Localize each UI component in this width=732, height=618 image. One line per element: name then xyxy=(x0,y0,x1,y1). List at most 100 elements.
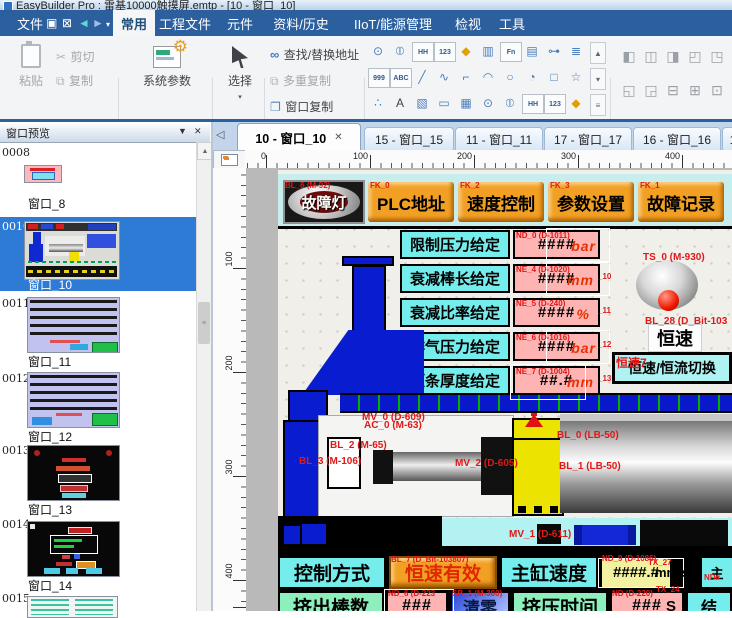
window-label[interactable]: 窗口_12 xyxy=(28,428,72,445)
object-icon-numeric2[interactable]: 123 xyxy=(544,94,566,114)
object-scroll-down-button[interactable]: ▾ xyxy=(590,68,606,90)
right-cut-box-row2[interactable]: 结 xyxy=(686,591,732,611)
tab-window-15[interactable]: 15 - 窗口_15 xyxy=(364,127,454,151)
window-thumbnail-14[interactable] xyxy=(27,521,120,577)
object-icon-picture[interactable]: ▧ xyxy=(412,94,432,112)
object-icon-polyline[interactable]: ⌐ xyxy=(456,68,476,86)
machine-piston-head[interactable] xyxy=(373,450,393,484)
tab-window-17[interactable]: 17 - 窗口_17 xyxy=(544,127,632,151)
export-icon[interactable]: ⊠ xyxy=(62,17,72,29)
menu-tab-project[interactable]: 工程文件 xyxy=(152,10,218,36)
paste-button[interactable]: 粘贴 xyxy=(8,44,54,89)
object-icon-list[interactable]: ≣ xyxy=(566,42,586,60)
system-parameters-button[interactable]: ⚙ 系统参数 xyxy=(130,46,204,89)
menu-tab-view[interactable]: 检视 xyxy=(446,10,490,36)
object-icon-slider[interactable]: ⊶ xyxy=(544,42,564,60)
object-icon-bulb[interactable]: ⊙ xyxy=(368,42,388,60)
multi-copy-button[interactable]: ⧉ 多重复制 xyxy=(270,72,331,90)
window-thumbnail-12[interactable] xyxy=(27,372,120,428)
select-button[interactable]: 选择 ▾ xyxy=(220,46,260,101)
same-size-icon[interactable]: ⊡ xyxy=(708,82,726,98)
find-replace-button[interactable]: ∞ 查找/替换地址 xyxy=(270,46,359,64)
same-width-icon[interactable]: ⊟ xyxy=(664,82,682,98)
tab-window-11[interactable]: 11 - 窗口_11 xyxy=(455,127,543,151)
param-label-limit-pressure[interactable]: 限制压力给定 xyxy=(400,230,510,259)
redo-icon[interactable]: ► xyxy=(92,17,104,29)
window-thumbnail-13[interactable] xyxy=(27,445,120,501)
object-icon-window[interactable]: ▤ xyxy=(522,42,542,60)
object-icon-option-list[interactable]: ▥ xyxy=(478,42,498,60)
object-icon-arc[interactable]: ◠ xyxy=(478,68,498,86)
object-icon-word-lamp2[interactable]: HH xyxy=(522,94,544,114)
object-icon-lamp[interactable]: ⦶ xyxy=(390,42,410,60)
tab-nav-left-icon[interactable]: ◁ xyxy=(216,128,224,141)
distribute-icon[interactable]: ◲ xyxy=(642,82,660,98)
align-top-icon[interactable]: ◰ xyxy=(686,48,704,64)
window-copy-button[interactable]: ❐ 窗口复制 xyxy=(270,98,333,116)
window-thumbnail-10[interactable] xyxy=(24,221,120,280)
quickbar-more-icon[interactable]: ▾ xyxy=(106,19,110,31)
panel-scrollbar[interactable]: ▲ ≡ xyxy=(196,142,212,611)
align-middle-icon[interactable]: ◳ xyxy=(708,48,726,64)
window-label[interactable]: 窗口_11 xyxy=(28,353,71,370)
object-icon-rectangle[interactable]: □ xyxy=(544,68,564,86)
object-icon-ascii[interactable]: ABC xyxy=(390,68,412,88)
save-icon[interactable]: ▣ xyxy=(46,17,57,29)
object-icon-lamp2[interactable]: ⦶ xyxy=(500,94,520,112)
align-bottom-icon[interactable]: ◱ xyxy=(620,82,638,98)
window-thumbnail-8[interactable] xyxy=(24,165,62,183)
cut-button[interactable]: ✂ 剪切 xyxy=(56,48,95,66)
tab-window-16[interactable]: 16 - 窗口_16 xyxy=(633,127,721,151)
object-icon-dots[interactable]: ∴ xyxy=(368,94,388,112)
tab-window-next[interactable]: 1 xyxy=(722,127,732,151)
main-cylinder-speed-label[interactable]: 主缸速度 xyxy=(500,556,598,589)
machine-chimney[interactable] xyxy=(352,265,386,337)
object-scroll-more-button[interactable]: ≡ xyxy=(590,94,606,116)
panel-close-icon[interactable]: ✕ xyxy=(194,126,202,137)
object-icon-999[interactable]: 999 xyxy=(368,68,390,88)
copy-button[interactable]: ⧉ 复制 xyxy=(56,72,93,90)
window-label[interactable]: 窗口_8 xyxy=(28,195,65,212)
machine-conveyor[interactable] xyxy=(340,393,732,413)
object-icon-word-lamp[interactable]: HH xyxy=(412,42,434,62)
tab-window-10[interactable]: 10 - 窗口_10 ✕ xyxy=(237,123,361,151)
param-label-rod-length[interactable]: 衰减棒长给定 xyxy=(400,264,510,293)
tab-close-icon[interactable]: ✕ xyxy=(334,132,342,143)
window-label[interactable]: 窗口_10 xyxy=(28,276,72,293)
object-icon-pie[interactable]: ◔ xyxy=(522,68,542,86)
menu-tab-tools[interactable]: 工具 xyxy=(490,10,534,36)
align-right-icon[interactable]: ◨ xyxy=(664,48,682,64)
press-time-label[interactable]: 挤压时间 xyxy=(512,591,608,611)
object-icon-wave[interactable]: ∿ xyxy=(434,68,454,86)
object-scroll-up-button[interactable]: ▲ xyxy=(590,42,606,64)
menu-tab-data-history[interactable]: 资料/历史 xyxy=(262,10,340,36)
window-thumbnail-11[interactable] xyxy=(27,297,120,353)
object-icon-frame[interactable]: ▭ xyxy=(434,94,454,112)
object-icon-line[interactable]: ╱ xyxy=(412,68,432,86)
same-height-icon[interactable]: ⊞ xyxy=(686,82,704,98)
window-item-10-selected[interactable]: 0010 窗口_10 xyxy=(0,217,196,291)
window-label[interactable]: 窗口_14 xyxy=(28,577,72,594)
align-center-icon[interactable]: ◫ xyxy=(642,48,660,64)
object-icon-numeric[interactable]: 123 xyxy=(434,42,456,62)
object-icon-star[interactable]: ☆ xyxy=(566,68,586,86)
window-label[interactable]: 窗口_13 xyxy=(28,501,72,518)
rod-count-label[interactable]: 挤出棒数 xyxy=(278,591,384,611)
design-canvas[interactable]: 故障灯 BL_6 (M-92) PLC地址 FK_0 速度控制 FK_2 参数设… xyxy=(246,168,732,611)
menu-tab-iiot-energy[interactable]: IIoT/能源管理 xyxy=(340,10,446,36)
outfeed-roller[interactable] xyxy=(574,525,636,545)
param-label-ratio[interactable]: 衰减比率给定 xyxy=(400,298,510,327)
object-icon-grid[interactable]: ▦ xyxy=(456,94,476,112)
speed-state-text[interactable]: 恒速 xyxy=(648,324,702,352)
ruler-corner-button[interactable] xyxy=(213,150,247,170)
window-thumbnail-15[interactable] xyxy=(27,596,118,618)
select-dropdown-icon[interactable]: ▾ xyxy=(238,93,242,101)
object-icon-macro2[interactable]: ◆ xyxy=(566,94,586,112)
undo-icon[interactable]: ◄ xyxy=(78,17,90,29)
menu-tab-objects[interactable]: 元件 xyxy=(218,10,262,36)
object-icon-bulb2[interactable]: ⊙ xyxy=(478,94,498,112)
panel-dropdown-icon[interactable]: ▼ xyxy=(178,126,187,136)
align-left-icon[interactable]: ◧ xyxy=(620,48,638,64)
object-icon-circle[interactable]: ○ xyxy=(500,68,520,86)
scrollbar-thumb[interactable]: ≡ xyxy=(198,302,210,344)
